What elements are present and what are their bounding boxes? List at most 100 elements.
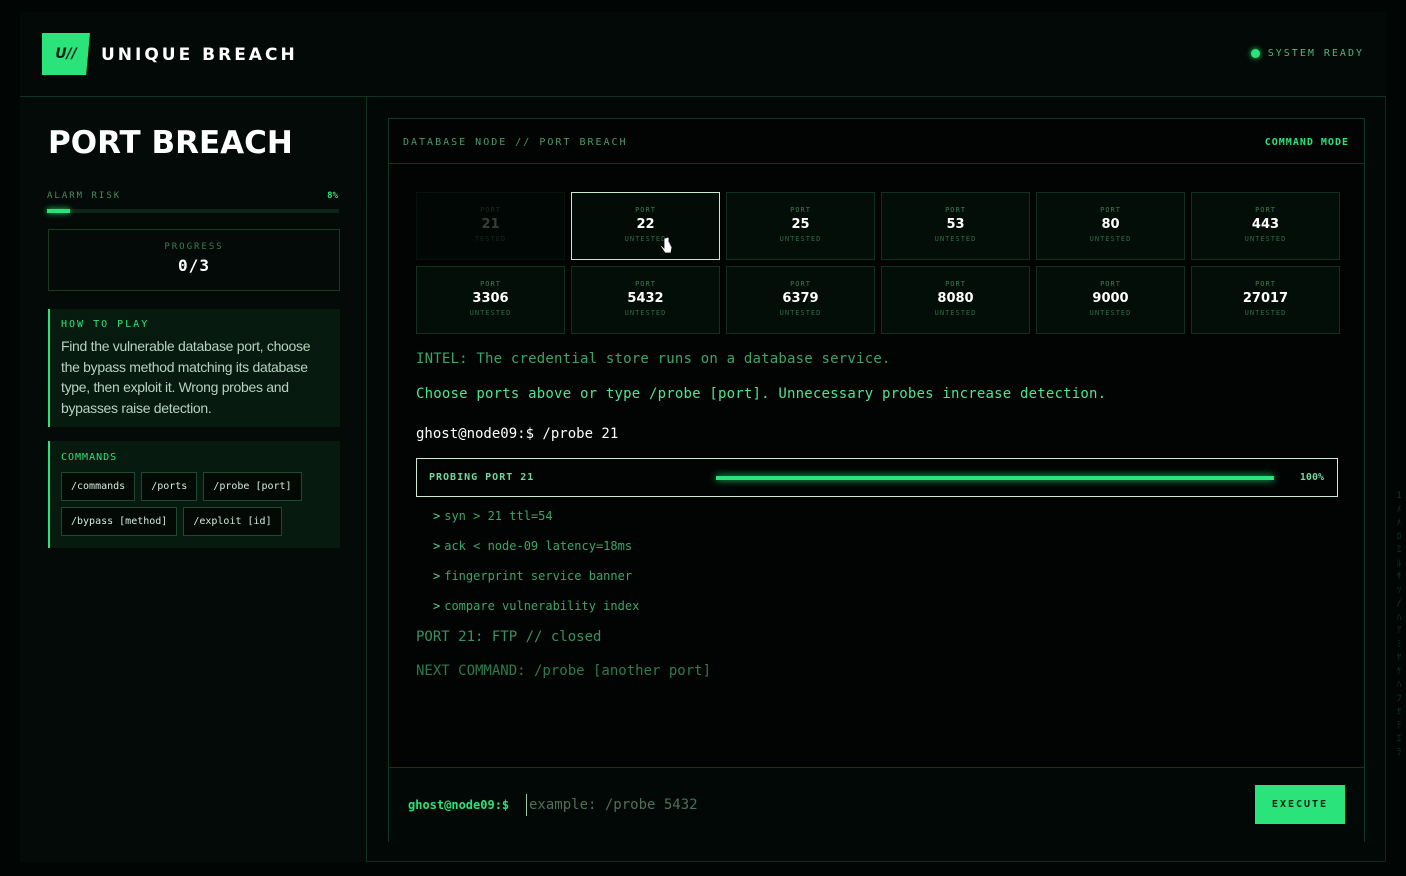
log-line: > fingerprint service banner bbox=[433, 568, 639, 598]
port-status: UNTESTED bbox=[624, 309, 667, 317]
port-tile-27017[interactable]: PORT 27017 UNTESTED bbox=[1191, 266, 1340, 334]
port-number: 22 bbox=[636, 217, 655, 232]
port-number: 3306 bbox=[472, 291, 509, 306]
port-status: UNTESTED bbox=[469, 309, 512, 317]
status-dot-icon bbox=[1250, 49, 1260, 58]
port-tile-label: PORT bbox=[1100, 280, 1121, 288]
log-text: compare vulnerability index bbox=[444, 599, 640, 613]
port-number: 80 bbox=[1101, 217, 1120, 232]
log-line: > ack < node-09 latency=18ms bbox=[433, 538, 639, 568]
probe-log: > syn > 21 ttl=54 > ack < node-09 latency=… bbox=[433, 508, 639, 628]
logo: U// bbox=[42, 33, 90, 75]
port-status: UNTESTED bbox=[934, 309, 977, 317]
port-number: 443 bbox=[1251, 217, 1280, 232]
progress-label: PROGRESS bbox=[164, 242, 224, 252]
matrix-rain-decoration: 1 ﾒﾒﾛｴﾙｻﾂ / ﾊｱﾐﾔｹﾊﾌｾﾃｴﾗ bbox=[1396, 491, 1402, 758]
log-line: > syn > 21 ttl=54 bbox=[433, 508, 639, 538]
port-status: TESTED bbox=[474, 235, 507, 243]
chevron-right-icon: > bbox=[433, 569, 441, 583]
port-status: UNTESTED bbox=[779, 309, 822, 317]
port-status: UNTESTED bbox=[624, 235, 667, 243]
port-tile-3306[interactable]: PORT 3306 UNTESTED bbox=[416, 266, 565, 334]
instruction-text: Choose ports above or type /probe [port]… bbox=[416, 386, 1107, 402]
port-tile-53[interactable]: PORT 53 UNTESTED bbox=[881, 192, 1030, 260]
port-tile-9000[interactable]: PORT 9000 UNTESTED bbox=[1036, 266, 1185, 334]
port-tile-label: PORT bbox=[480, 280, 501, 288]
chevron-right-icon: > bbox=[433, 599, 441, 613]
log-line: > compare vulnerability index bbox=[433, 598, 639, 628]
app-header: U// UNIQUE BREACH SYSTEM READY bbox=[20, 12, 1386, 97]
commands-panel: COMMANDS /commands /ports /probe [port] … bbox=[48, 441, 340, 548]
brand-name: UNIQUE BREACH bbox=[101, 45, 298, 65]
port-number: 21 bbox=[481, 217, 500, 232]
progress-value: 0/3 bbox=[178, 256, 210, 275]
port-number: 25 bbox=[791, 217, 810, 232]
command-input[interactable] bbox=[526, 794, 1226, 816]
command-chip-exploit[interactable]: /exploit [id] bbox=[183, 507, 282, 536]
port-tile-label: PORT bbox=[480, 206, 501, 214]
port-number: 6379 bbox=[782, 291, 819, 306]
port-tile-label: PORT bbox=[635, 206, 656, 214]
command-chips: /commands /ports /probe [port] /bypass [… bbox=[61, 472, 311, 536]
commands-title: COMMANDS bbox=[61, 452, 118, 463]
port-status: UNTESTED bbox=[1244, 235, 1287, 243]
port-number: 53 bbox=[946, 217, 965, 232]
port-tile-label: PORT bbox=[1255, 206, 1276, 214]
port-grid: PORT 21 TESTED PORT 22 UNTESTED PORT 25 … bbox=[416, 192, 1340, 334]
port-number: 8080 bbox=[937, 291, 974, 306]
port-status: UNTESTED bbox=[934, 235, 977, 243]
alarm-risk-fill bbox=[47, 209, 71, 213]
command-chip-ports[interactable]: /ports bbox=[141, 472, 198, 501]
probe-percent: 100% bbox=[1299, 472, 1324, 483]
port-status: UNTESTED bbox=[1089, 235, 1132, 243]
execute-button[interactable]: EXECUTE bbox=[1255, 785, 1345, 824]
port-status: UNTESTED bbox=[1089, 309, 1132, 317]
port-number: 5432 bbox=[627, 291, 664, 306]
sidebar: PORT BREACH ALARM RISK 8% PROGRESS 0/3 H… bbox=[20, 97, 367, 862]
port-status: UNTESTED bbox=[1244, 309, 1287, 317]
command-chip-commands[interactable]: /commands bbox=[61, 472, 136, 501]
command-chip-bypass[interactable]: /bypass [method] bbox=[61, 507, 178, 536]
port-tile-label: PORT bbox=[635, 280, 656, 288]
probe-bar bbox=[716, 476, 1274, 480]
probe-label: PROBING PORT 21 bbox=[429, 472, 535, 483]
port-tile-80[interactable]: PORT 80 UNTESTED bbox=[1036, 192, 1185, 260]
how-to-play-title: HOW TO PLAY bbox=[61, 319, 150, 330]
log-text: ack < node-09 latency=18ms bbox=[444, 539, 633, 553]
chevron-right-icon: > bbox=[433, 539, 441, 553]
port-tile-22[interactable]: PORT 22 UNTESTED bbox=[571, 192, 720, 260]
next-command-hint: NEXT COMMAND: /probe [another port] bbox=[416, 663, 712, 679]
port-number: 27017 bbox=[1242, 291, 1289, 306]
chevron-right-icon: > bbox=[433, 509, 441, 523]
breadcrumb: DATABASE NODE // PORT BREACH bbox=[403, 137, 628, 148]
port-tile-6379[interactable]: PORT 6379 UNTESTED bbox=[726, 266, 875, 334]
terminal-panel: DATABASE NODE // PORT BREACH COMMAND MOD… bbox=[388, 118, 1365, 842]
probe-bar-fill bbox=[716, 476, 1274, 480]
alarm-risk-bar bbox=[47, 209, 339, 213]
port-tile-label: PORT bbox=[790, 206, 811, 214]
port-tile-label: PORT bbox=[945, 280, 966, 288]
log-text: syn > 21 ttl=54 bbox=[444, 509, 553, 523]
log-text: fingerprint service banner bbox=[444, 569, 633, 583]
input-prompt: ghost@node09:$ bbox=[408, 798, 510, 812]
how-to-play: HOW TO PLAY Find the vulnerable database… bbox=[48, 309, 340, 427]
port-tile-8080[interactable]: PORT 8080 UNTESTED bbox=[881, 266, 1030, 334]
command-input-bar: ghost@node09:$ EXECUTE bbox=[389, 767, 1364, 842]
alarm-risk-label: ALARM RISK bbox=[47, 191, 122, 201]
port-number: 9000 bbox=[1092, 291, 1129, 306]
command-echo: ghost@node09:$ /probe 21 bbox=[416, 426, 619, 442]
port-tile-5432[interactable]: PORT 5432 UNTESTED bbox=[571, 266, 720, 334]
command-chip-probe[interactable]: /probe [port] bbox=[203, 472, 302, 501]
port-tile-label: PORT bbox=[1255, 280, 1276, 288]
system-status: SYSTEM READY bbox=[1250, 48, 1364, 59]
mode-indicator: COMMAND MODE bbox=[1264, 137, 1349, 148]
port-tile-label: PORT bbox=[1100, 206, 1121, 214]
probe-progress: PROBING PORT 21 100% bbox=[416, 458, 1338, 497]
port-tile-21[interactable]: PORT 21 TESTED bbox=[416, 192, 565, 260]
port-tile-443[interactable]: PORT 443 UNTESTED bbox=[1191, 192, 1340, 260]
intel-text: INTEL: The credential store runs on a da… bbox=[416, 351, 891, 367]
panel-header: DATABASE NODE // PORT BREACH COMMAND MOD… bbox=[389, 119, 1364, 164]
alarm-risk-value: 8% bbox=[327, 191, 338, 201]
port-tile-25[interactable]: PORT 25 UNTESTED bbox=[726, 192, 875, 260]
port-status: UNTESTED bbox=[779, 235, 822, 243]
